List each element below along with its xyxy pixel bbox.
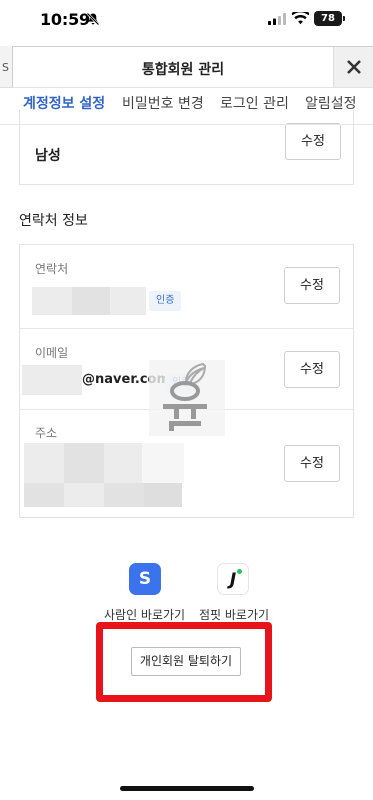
background-page-text: S (2, 61, 9, 74)
phone-label: 연락처 (35, 262, 69, 276)
gender-edit-button[interactable]: 수정 (285, 123, 341, 160)
battery-icon: 78 (314, 11, 342, 26)
address-redacted-block (104, 483, 144, 507)
close-icon (347, 60, 361, 74)
jumpit-icon-glyph: J (229, 570, 237, 590)
background-page-edge: S (0, 46, 12, 88)
address-label: 주소 (35, 426, 58, 440)
phone-edit-button[interactable]: 수정 (284, 267, 340, 304)
status-time: 10:59 (40, 10, 90, 29)
cellular-signal-icon (268, 13, 286, 25)
withdraw-membership-button[interactable]: 개인회원 탈퇴하기 (131, 647, 241, 676)
jumpit-shortcut-label[interactable]: 점핏 바로가기 (196, 606, 272, 623)
address-redacted-block (24, 483, 64, 507)
close-button[interactable] (333, 47, 373, 87)
phone-redacted-block (110, 287, 146, 315)
email-edit-button[interactable]: 수정 (284, 351, 340, 388)
jumpit-green-dot (237, 569, 242, 574)
address-edit-button[interactable]: 수정 (284, 445, 340, 482)
address-redacted-block (142, 443, 184, 483)
address-redacted-block (104, 443, 142, 483)
address-redacted-block (24, 443, 64, 483)
email-redacted-block (22, 365, 82, 395)
address-redacted-block (144, 483, 182, 507)
page-title: 통합회원 관리 (141, 62, 225, 78)
address-redacted-block (64, 443, 104, 483)
address-redacted-block (64, 483, 104, 507)
email-label: 이메일 (35, 346, 69, 360)
status-bar: 10:59 78 (0, 0, 373, 44)
phone-redacted-block (32, 287, 72, 315)
watermark-logo-icon (149, 360, 225, 436)
phone-verified-badge: 인증 (149, 291, 182, 311)
gender-value: 남성 (35, 148, 61, 164)
contact-section-title: 연락처 정보 (19, 213, 88, 229)
gender-box: 남성 수정 (19, 110, 354, 185)
modal-header: 통합회원 관리 (12, 46, 373, 88)
battery-tip (343, 16, 345, 21)
phone-redacted-block (72, 287, 110, 315)
wifi-icon (292, 12, 309, 25)
home-indicator[interactable] (120, 786, 254, 791)
phone-row: 연락처 인증 수정 (20, 245, 353, 329)
bell-muted-icon (86, 12, 100, 26)
jumpit-app-icon[interactable]: J (217, 563, 249, 595)
saramin-shortcut-label[interactable]: 사람인 바로가기 (104, 606, 185, 623)
saramin-app-icon[interactable]: S (129, 563, 161, 595)
